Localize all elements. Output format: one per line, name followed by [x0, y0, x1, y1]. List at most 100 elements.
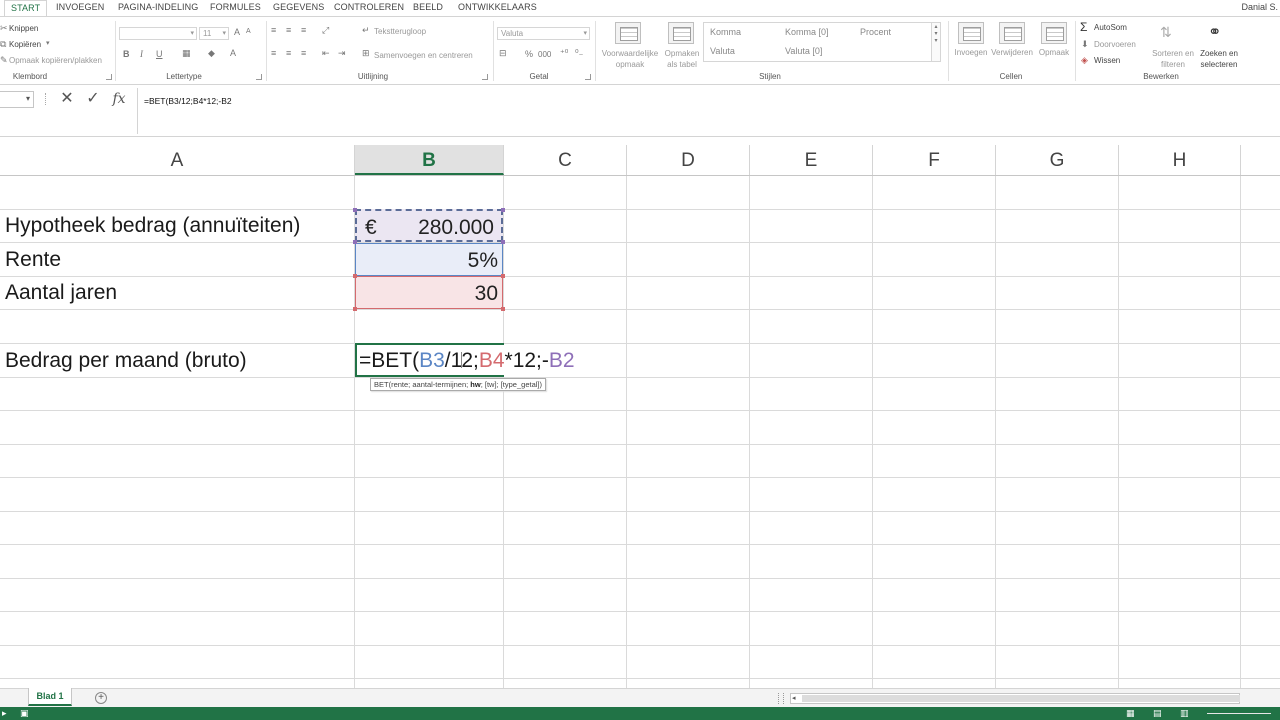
worksheet-grid[interactable]: A B C D E F G H Hypotheek bedrag (annuït… — [0, 145, 1280, 688]
user-name[interactable]: Danial S. — [1241, 2, 1278, 12]
increase-indent-icon[interactable]: ⇥ — [338, 48, 346, 59]
alignment-launcher[interactable] — [482, 74, 488, 80]
cell-a5[interactable]: Aantal jaren — [5, 276, 117, 309]
wrap-text-button[interactable]: Tekstterugloop — [374, 27, 426, 36]
close-icon[interactable]: ✕ — [54, 88, 80, 110]
font-launcher[interactable] — [256, 74, 262, 80]
fill-button[interactable]: Doorvoeren — [1094, 40, 1136, 49]
insert-cells-button[interactable]: Invoegen — [951, 48, 991, 57]
sheet-tab-blad-1[interactable]: Blad 1 — [28, 688, 72, 706]
range-handle[interactable] — [501, 274, 505, 278]
tab-controleren[interactable]: CONTROLEREN — [334, 2, 404, 17]
zoom-slider[interactable] — [1207, 713, 1271, 714]
name-box[interactable]: ▾ — [0, 91, 34, 108]
style-procent[interactable]: Procent — [855, 24, 930, 41]
format-cells-icon[interactable] — [1041, 22, 1067, 44]
insert-cells-icon[interactable] — [958, 22, 984, 44]
column-header-a[interactable]: A — [0, 145, 355, 175]
column-header-d[interactable]: D — [627, 145, 750, 175]
cell-b4[interactable]: 5% — [355, 243, 503, 276]
tab-beeld[interactable]: BEELD — [413, 2, 443, 17]
formula-bar-splitter[interactable] — [45, 93, 48, 105]
tab-start[interactable]: START — [4, 0, 48, 17]
range-handle[interactable] — [353, 208, 357, 212]
tab-ontwikkelaars[interactable]: ONTWIKKELAARS — [458, 2, 537, 17]
style-valuta-0[interactable]: Valuta [0] — [780, 43, 852, 60]
autosum-button[interactable]: AutoSom — [1094, 23, 1127, 32]
tab-formules[interactable]: FORMULES — [210, 2, 261, 17]
formula-input[interactable]: =BET(B3/12;B4*12;-B2 — [137, 88, 1280, 134]
percent-icon[interactable]: % — [525, 49, 533, 59]
format-as-table-button[interactable]: Opmaken als tabel — [660, 48, 704, 70]
cell-a4[interactable]: Rente — [5, 243, 61, 276]
normal-view-icon[interactable]: ▦ — [1126, 709, 1135, 718]
cell-a7[interactable]: Bedrag per maand (bruto) — [5, 344, 247, 377]
align-right-icon[interactable]: ≡ — [301, 48, 306, 58]
cell-edit-formula[interactable]: =BET(B3/12;B4*12;-B2 — [359, 344, 575, 377]
column-header-f[interactable]: F — [873, 145, 996, 175]
copy-button[interactable]: Kopiëren — [9, 40, 41, 49]
format-cells-button[interactable]: Opmaak — [1035, 48, 1073, 57]
format-painter-button[interactable]: Opmaak kopiëren/plakken — [9, 56, 102, 65]
cell-b5[interactable]: 30 — [355, 276, 503, 309]
font-name-box[interactable]: ▾ — [119, 27, 197, 40]
tab-pagina-indeling[interactable]: PAGINA-INDELING — [118, 2, 198, 17]
column-header-g[interactable]: G — [996, 145, 1119, 175]
number-launcher[interactable] — [585, 74, 591, 80]
orientation-icon[interactable]: ⤢ — [322, 25, 329, 36]
fill-color-icon[interactable]: ◆ — [208, 48, 215, 59]
find-select-button[interactable]: Zoeken en selecteren — [1195, 48, 1243, 70]
delete-cells-button[interactable]: Verwijderen — [989, 48, 1035, 57]
number-format-box[interactable]: Valuta ▾ — [497, 27, 590, 40]
range-handle[interactable] — [501, 208, 505, 212]
align-top-icon[interactable]: ≡ — [271, 25, 276, 35]
style-valuta[interactable]: Valuta — [705, 43, 777, 60]
border-icon[interactable]: ▦ — [182, 48, 191, 59]
style-komma-0[interactable]: Komma [0] — [780, 24, 852, 41]
sort-filter-button[interactable]: Sorteren en filteren — [1148, 48, 1198, 70]
align-middle-icon[interactable]: ≡ — [286, 25, 291, 35]
sort-filter-icon[interactable]: ⇅ — [1160, 24, 1172, 41]
tab-split-handle[interactable] — [778, 693, 784, 704]
column-header-b[interactable]: B — [355, 145, 504, 175]
scrollbar-thumb[interactable] — [802, 695, 1240, 702]
gallery-scrollbar[interactable]: ▴ ▾ ▾ — [931, 23, 940, 61]
scroll-left-icon[interactable]: ◂ — [792, 694, 796, 702]
range-handle[interactable] — [501, 307, 505, 311]
decrease-decimal-icon[interactable]: ⁰₋ — [575, 48, 583, 59]
range-handle[interactable] — [353, 307, 357, 311]
cell-b3[interactable]: € 280.000 — [355, 209, 503, 242]
currency-icon[interactable]: ⊟ — [499, 48, 507, 59]
page-layout-view-icon[interactable]: ▤ — [1153, 709, 1162, 718]
increase-decimal-icon[interactable]: ⁺⁰ — [560, 48, 568, 59]
shrink-font-icon[interactable]: A — [246, 28, 251, 35]
align-bottom-icon[interactable]: ≡ — [301, 25, 306, 35]
bold-icon[interactable]: B — [123, 49, 130, 59]
font-color-icon[interactable]: A — [230, 48, 236, 58]
clipboard-launcher[interactable] — [106, 74, 112, 80]
add-sheet-icon[interactable]: + — [95, 692, 107, 704]
conditional-formatting-button[interactable]: Voorwaardelijke opmaak — [599, 48, 661, 70]
cell-a3[interactable]: Hypotheek bedrag (annuïteiten) — [5, 209, 300, 242]
macro-record-icon[interactable]: ▣ — [20, 709, 29, 718]
tab-invoegen[interactable]: INVOEGEN — [56, 2, 104, 17]
italic-icon[interactable]: I — [140, 49, 143, 59]
range-handle[interactable] — [501, 240, 505, 244]
page-break-view-icon[interactable]: ▥ — [1180, 709, 1189, 718]
underline-icon[interactable]: U — [156, 49, 163, 59]
column-header-e[interactable]: E — [750, 145, 873, 175]
decrease-indent-icon[interactable]: ⇤ — [322, 48, 330, 59]
insert-function-button[interactable]: fx — [106, 88, 132, 110]
align-left-icon[interactable]: ≡ — [271, 48, 276, 58]
binoculars-icon[interactable]: ⚭ — [1208, 22, 1221, 42]
tooltip-current-arg[interactable]: hw — [470, 380, 480, 389]
conditional-formatting-icon[interactable] — [615, 22, 641, 44]
check-icon[interactable]: ✓ — [80, 88, 106, 110]
comma-style-icon[interactable]: 000 — [538, 50, 551, 59]
clear-button[interactable]: Wissen — [1094, 56, 1120, 65]
range-handle[interactable] — [353, 240, 357, 244]
merge-center-button[interactable]: Samenvoegen en centreren — [374, 51, 473, 60]
delete-cells-icon[interactable] — [999, 22, 1025, 44]
horizontal-scrollbar[interactable]: ◂ — [790, 693, 1240, 704]
align-center-icon[interactable]: ≡ — [286, 48, 291, 58]
